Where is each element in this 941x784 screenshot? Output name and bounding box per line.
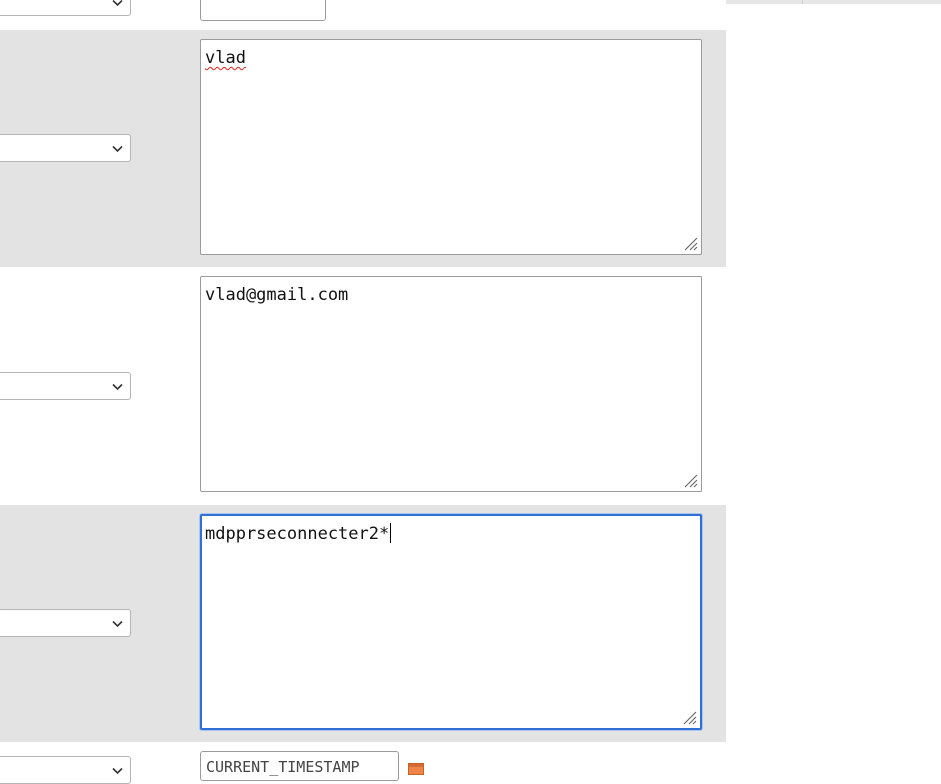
- password-textarea[interactable]: mdpprseconnecter2*: [200, 514, 702, 730]
- function-select[interactable]: [0, 0, 131, 16]
- chevron-down-icon: [112, 767, 123, 775]
- function-select[interactable]: [0, 609, 131, 637]
- resize-grip-icon[interactable]: [681, 709, 697, 725]
- form-row-name: vlad: [0, 30, 726, 267]
- value-input[interactable]: [200, 0, 326, 21]
- name-textarea[interactable]: vlad: [200, 39, 702, 255]
- name-value: vlad: [205, 48, 246, 68]
- chevron-down-icon: [112, 383, 123, 391]
- function-select[interactable]: [0, 756, 131, 784]
- resize-grip-icon[interactable]: [682, 472, 698, 488]
- calendar-icon[interactable]: [408, 763, 424, 775]
- chevron-down-icon: [112, 620, 123, 628]
- form-row-password: mdpprseconnecter2*: [0, 505, 726, 742]
- form-row-email: vlad@gmail.com: [0, 267, 726, 505]
- function-select[interactable]: [0, 372, 131, 400]
- chevron-down-icon: [112, 145, 123, 153]
- email-value: vlad@gmail.com: [205, 285, 349, 305]
- resize-grip-icon[interactable]: [682, 235, 698, 251]
- email-textarea[interactable]: vlad@gmail.com: [200, 276, 702, 492]
- form-row-previous: [0, 0, 726, 30]
- chevron-down-icon: [112, 0, 123, 7]
- function-select[interactable]: [0, 134, 131, 162]
- password-value: mdpprseconnecter2*: [205, 524, 390, 544]
- tab-segment[interactable]: [802, 0, 941, 4]
- text-caret: [390, 523, 392, 543]
- timestamp-input[interactable]: CURRENT_TIMESTAMP: [200, 751, 399, 781]
